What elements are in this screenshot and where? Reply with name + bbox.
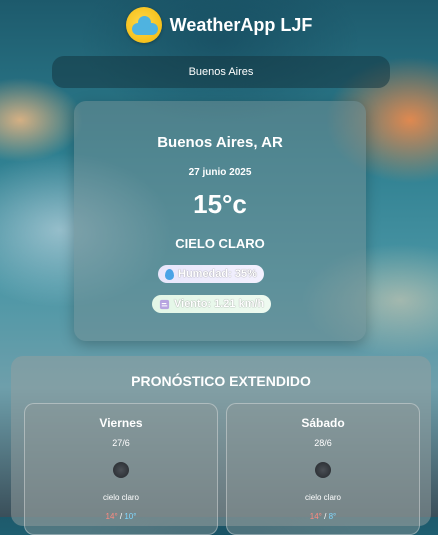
forecast-day-description: cielo claro: [102, 493, 139, 502]
forecast-day-card: Viernes 27/6 cielo claro 14° / 10°: [24, 403, 218, 535]
humidity-badge: Humedad: 35%: [158, 265, 264, 283]
forecast-title: PRONÓSTICO EXTENDIDO: [131, 373, 311, 389]
partly-cloudy-sun-icon: [125, 7, 162, 43]
current-weather-card: Buenos Aires, AR 27 junio 2025 15°c CIEL…: [74, 101, 366, 341]
current-description: CIELO CLARO: [175, 236, 265, 251]
clear-sky-icon: [113, 462, 129, 478]
current-temperature: 15°c: [193, 189, 247, 219]
city-selector[interactable]: Buenos Aires: [52, 56, 390, 88]
humidity-text: Humedad: 35%: [178, 268, 257, 280]
current-date: 27 junio 2025: [188, 167, 252, 178]
forecast-day-description: cielo claro: [304, 493, 341, 502]
forecast-day-date: 27/6: [112, 438, 130, 448]
wind-text: Viento: 1.21 km/h: [174, 298, 265, 310]
forecast-day-name: Sábado: [301, 416, 345, 430]
app-title: WeatherApp LJF: [169, 14, 313, 35]
app-header: WeatherApp LJF: [0, 0, 438, 50]
forecast-day-name: Viernes: [99, 416, 143, 430]
extended-forecast: PRONÓSTICO EXTENDIDO Viernes 27/6 cielo …: [11, 356, 431, 535]
clear-sky-icon: [315, 462, 331, 478]
wind-icon: [159, 299, 170, 309]
city-selector-label: Buenos Aires: [188, 66, 254, 78]
droplet-icon: [165, 268, 174, 280]
forecast-day-card: Sábado 28/6 cielo claro 14° / 8°: [226, 403, 420, 535]
forecast-day-date: 28/6: [314, 438, 332, 448]
current-city: Buenos Aires, AR: [157, 134, 283, 151]
wind-badge: Viento: 1.21 km/h: [152, 295, 272, 313]
